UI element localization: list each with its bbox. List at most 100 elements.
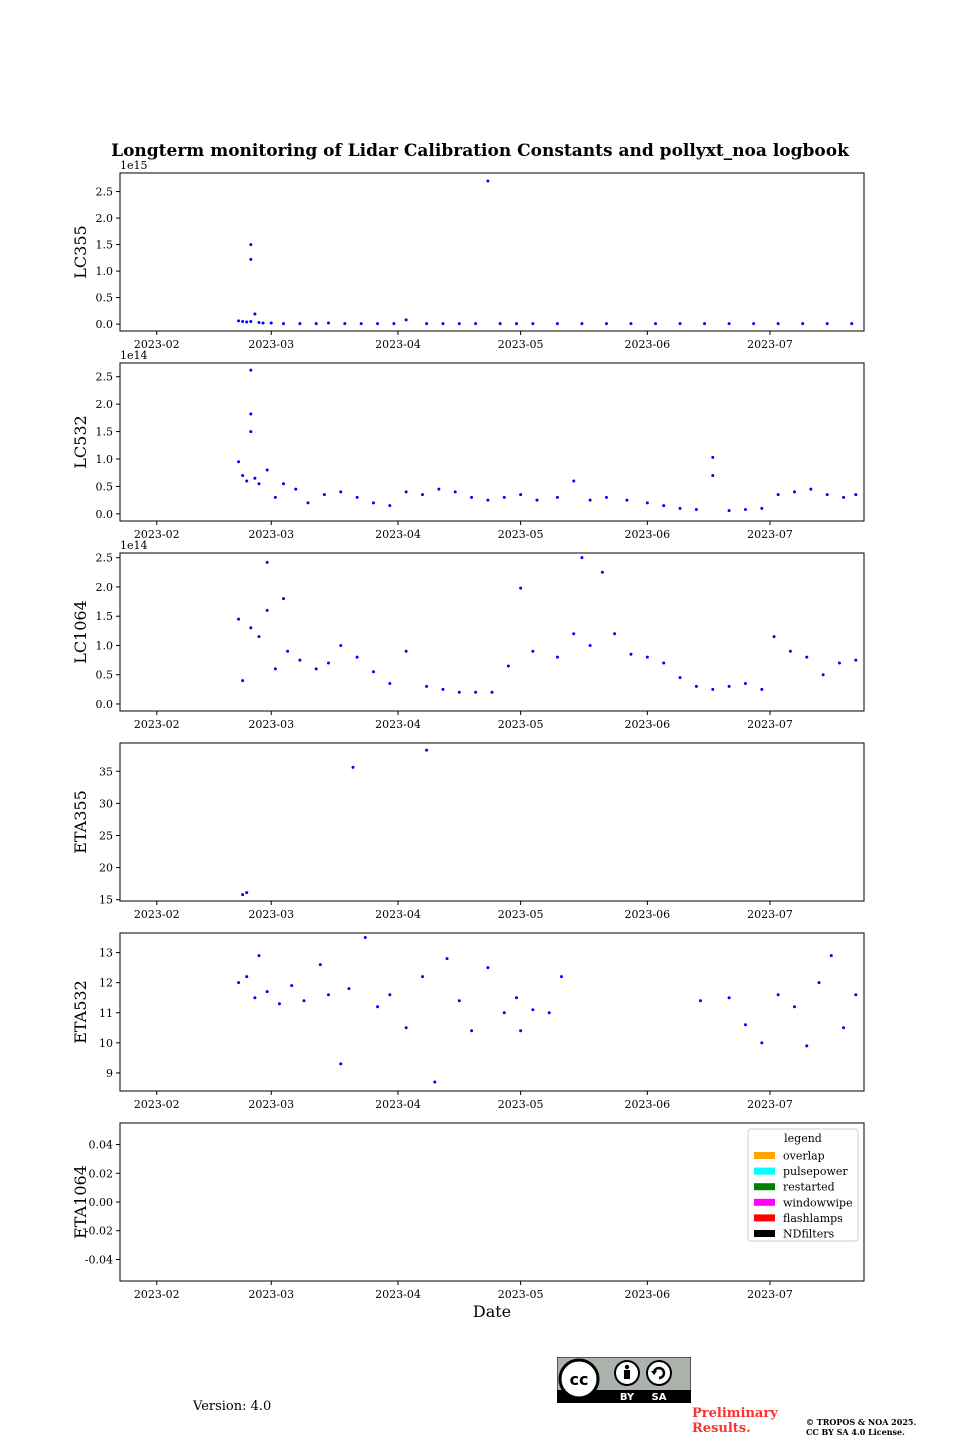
lc532-data-point — [241, 473, 245, 477]
lc355-xtick-label: 2023-07 — [747, 338, 793, 351]
eta532-data-point — [727, 996, 731, 1000]
lc355-xtick-label: 2023-06 — [624, 338, 670, 351]
lc355-data-point — [359, 322, 363, 326]
lc1064-data-point — [282, 597, 286, 601]
lc1064-data-point — [837, 661, 841, 665]
eta1064-ytick-label: 0.04 — [89, 1139, 114, 1152]
eta1064-xlabel: Date — [473, 1302, 511, 1321]
eta532-data-point — [519, 1029, 523, 1033]
eta532-data-point — [793, 1005, 797, 1009]
lc355-xtick-label: 2023-04 — [375, 338, 421, 351]
lc355-data-point — [237, 319, 241, 323]
lc532-data-point — [519, 493, 523, 497]
lc532-data-point — [355, 495, 359, 499]
lc355-data-point — [825, 322, 829, 326]
lc532-data-point — [809, 487, 813, 491]
eta532-data-point — [237, 981, 241, 985]
eta532-data-point — [265, 990, 269, 994]
legend-label-pulsepower: pulsepower — [783, 1165, 848, 1178]
eta355-ytick-label: 30 — [99, 797, 113, 810]
eta532-xtick-label: 2023-06 — [624, 1098, 670, 1111]
lc1064-data-point — [531, 649, 535, 653]
lc1064-data-point — [298, 658, 302, 662]
lc532-data-point — [371, 501, 375, 505]
cc-icon: cc — [558, 1358, 600, 1400]
eta355-xtick-label: 2023-02 — [134, 908, 180, 921]
lc1064-data-point — [760, 687, 764, 691]
lc532-data-point — [249, 368, 253, 372]
legend-swatch-restarted — [754, 1183, 775, 1191]
lc355-data-point — [249, 319, 253, 323]
lc1064-xtick-label: 2023-02 — [134, 718, 180, 731]
lc532-data-point — [437, 487, 441, 491]
lc532-data-point — [253, 476, 257, 480]
lc355-data-point — [498, 322, 502, 326]
eta532-data-point — [515, 996, 519, 1000]
legend-label-ndfilters: NDfilters — [783, 1228, 834, 1241]
lc1064-data-point — [425, 684, 429, 688]
lc1064-data-point — [257, 635, 261, 639]
lc355-ytick-label: 0.5 — [96, 292, 114, 305]
legend-label-windowwipe: windowwipe — [783, 1196, 853, 1209]
lc532-data-point — [760, 506, 764, 510]
eta1064-ytick-label: -0.04 — [85, 1253, 113, 1266]
lc355-data-point — [261, 321, 265, 325]
legend-label-restarted: restarted — [783, 1181, 835, 1194]
lc355-data-point — [257, 321, 261, 325]
eta355-data-point — [245, 891, 249, 895]
lc1064-data-point — [821, 673, 825, 677]
lc355-data-point — [425, 322, 429, 326]
lc355-data-point — [727, 322, 731, 326]
lc1064-data-point — [339, 643, 343, 647]
lc1064-xtick-label: 2023-06 — [624, 718, 670, 731]
lc1064-ytick-label: 0.5 — [96, 669, 114, 682]
lc532-data-point — [470, 495, 474, 499]
eta1064-xtick-label: 2023-03 — [248, 1288, 294, 1301]
lc532-ytick-label: 0.0 — [96, 508, 114, 521]
lc355-data-point — [326, 321, 330, 325]
eta355-ylabel: ETA355 — [71, 790, 90, 854]
by-label: BY — [620, 1392, 635, 1403]
lc532-data-point — [555, 495, 559, 499]
eta532-ylabel: ETA532 — [71, 980, 90, 1044]
lc355-data-point — [703, 322, 707, 326]
eta532-data-point — [433, 1080, 437, 1084]
eta355-xtick-label: 2023-06 — [624, 908, 670, 921]
legend-title: legend — [784, 1132, 822, 1145]
lc532-data-point — [388, 504, 392, 508]
lc355-data-point — [629, 322, 633, 326]
lc355-ylabel: LC355 — [71, 225, 90, 278]
lc355-data-point — [298, 322, 302, 326]
lc532-data-point — [645, 501, 649, 505]
legend-swatch-flashlamps — [754, 1214, 775, 1222]
lc532-offset-text: 1e14 — [120, 349, 148, 362]
lc1064-data-point — [519, 586, 523, 590]
eta532-data-point — [245, 975, 249, 979]
legend-swatch-windowwipe — [754, 1198, 775, 1206]
eta532-data-point — [253, 996, 257, 1000]
lc1064-offset-text: 1e14 — [120, 539, 148, 552]
eta355-data-point — [241, 893, 245, 897]
lc532-data-point — [694, 507, 698, 511]
lc355-data-point — [515, 322, 519, 326]
lc1064-data-point — [314, 667, 318, 671]
lc532-ytick-label: 2.0 — [96, 398, 114, 411]
lc532-data-point — [421, 493, 425, 497]
lc532-data-point — [825, 493, 829, 497]
eta532-data-point — [805, 1044, 809, 1048]
lc532-ytick-label: 0.5 — [96, 480, 114, 493]
eta355-ytick-label: 35 — [99, 765, 113, 778]
eta1064-xtick-label: 2023-02 — [134, 1288, 180, 1301]
lc1064-data-point — [854, 658, 858, 662]
lc532-data-point — [678, 506, 682, 510]
lc532-xtick-label: 2023-03 — [248, 528, 294, 541]
lc1064-xtick-label: 2023-03 — [248, 718, 294, 731]
lc1064-data-point — [249, 626, 253, 630]
sa-icon — [646, 1360, 672, 1386]
lc1064-data-point — [326, 661, 330, 665]
lc532-ytick-label: 2.5 — [96, 371, 114, 384]
lc355-xtick-label: 2023-03 — [248, 338, 294, 351]
lc1064-data-point — [265, 608, 269, 612]
lc532-data-point — [588, 498, 592, 502]
eta355-xtick-label: 2023-03 — [248, 908, 294, 921]
